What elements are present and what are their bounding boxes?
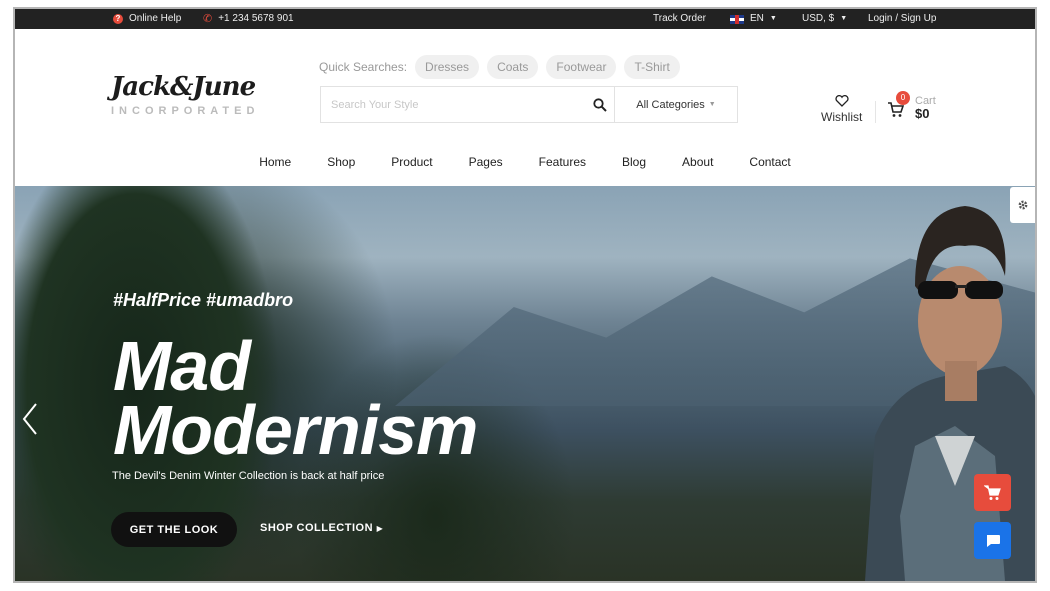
quick-search-chip[interactable]: Footwear <box>546 55 617 79</box>
cart-icon-wrap: 0 <box>887 91 910 119</box>
browser-viewport: ? Online Help ✆ +1 234 5678 901 Track Or… <box>13 7 1037 583</box>
quick-searches-label: Quick Searches: <box>319 60 408 74</box>
quick-search-chip[interactable]: Coats <box>487 55 539 79</box>
nav-item-product[interactable]: Product <box>391 155 432 169</box>
track-order-link[interactable]: Track Order <box>653 9 706 29</box>
header-divider <box>875 101 876 123</box>
get-the-look-label: GET THE LOOK <box>129 523 219 536</box>
top-bar: ? Online Help ✆ +1 234 5678 901 Track Or… <box>15 9 1035 29</box>
wishlist-label: Wishlist <box>821 110 863 124</box>
quick-search-chip[interactable]: T-Shirt <box>624 55 680 79</box>
hero-hashtag: #HalfPrice #umadbro <box>113 290 294 310</box>
nav-item-features[interactable]: Features <box>539 155 586 169</box>
logo-subtitle: INCORPORATED <box>111 105 260 117</box>
search-bar: All Categories ▼ <box>320 86 738 123</box>
uk-flag-icon <box>730 14 744 24</box>
cart-icon <box>983 484 1001 500</box>
cart-link[interactable]: 0 Cart $0 <box>887 91 936 121</box>
track-order-label: Track Order <box>653 13 706 24</box>
nav-item-blog[interactable]: Blog <box>622 155 646 169</box>
phone-number: +1 234 5678 901 <box>218 13 294 24</box>
login-link[interactable]: Login / Sign Up <box>868 9 936 29</box>
hero-slider: #HalfPrice #umadbro Mad Modernism The De… <box>15 186 1035 581</box>
quick-searches: Quick Searches: Dresses Coats Footwear T… <box>319 55 680 79</box>
shop-collection-link[interactable]: SHOP COLLECTION ▶ <box>260 522 383 534</box>
main-nav: Home Shop Product Pages Features Blog Ab… <box>15 155 1035 169</box>
category-select[interactable]: All Categories ▼ <box>614 87 737 122</box>
search-button[interactable] <box>586 87 614 122</box>
hero-headline-line1: Mad <box>113 327 251 405</box>
help-icon: ? <box>113 14 123 24</box>
login-label: Login / Sign Up <box>868 13 937 24</box>
slider-prev-button[interactable] <box>21 402 39 441</box>
hero-subtitle: The Devil's Denim Winter Collection is b… <box>112 470 385 482</box>
settings-toggle[interactable] <box>1010 187 1035 223</box>
quick-search-chip[interactable]: Dresses <box>415 55 480 79</box>
nav-item-pages[interactable]: Pages <box>469 155 503 169</box>
caret-right-icon: ▶ <box>376 524 384 533</box>
hero-headline: Mad Modernism <box>113 327 478 469</box>
nav-item-contact[interactable]: Contact <box>749 155 790 169</box>
cart-total: $0 <box>915 106 930 121</box>
logo[interactable]: Jack&June INCORPORATED <box>111 72 260 117</box>
phone-link[interactable]: ✆ +1 234 5678 901 <box>203 9 294 29</box>
search-input[interactable] <box>321 87 586 122</box>
gear-icon <box>1018 200 1028 210</box>
phone-icon: ✆ <box>203 13 213 25</box>
currency-selector[interactable]: USD, $ ▼ <box>802 9 847 29</box>
logo-script: Jack&June <box>111 72 256 102</box>
caret-down-icon: ▼ <box>708 101 716 108</box>
heart-icon <box>835 95 849 107</box>
chat-icon <box>986 534 1000 547</box>
shop-collection-label: SHOP COLLECTION <box>260 522 374 534</box>
get-the-look-button[interactable]: GET THE LOOK <box>111 512 237 547</box>
language-selector[interactable]: EN ▼ <box>730 9 777 29</box>
nav-item-home[interactable]: Home <box>259 155 291 169</box>
category-label: All Categories <box>636 98 705 111</box>
language-label: EN <box>750 13 764 24</box>
chevron-left-icon <box>22 403 37 435</box>
search-icon <box>593 97 607 112</box>
chat-button[interactable] <box>974 522 1011 559</box>
nav-item-about[interactable]: About <box>682 155 713 169</box>
currency-label: USD, $ <box>802 13 835 24</box>
online-help-label: Online Help <box>129 13 182 24</box>
online-help-link[interactable]: ? Online Help <box>113 9 181 29</box>
nav-item-shop[interactable]: Shop <box>327 155 355 169</box>
floating-cart-button[interactable] <box>974 474 1011 511</box>
caret-down-icon: ▼ <box>840 15 848 22</box>
caret-down-icon: ▼ <box>769 15 777 22</box>
cart-count-badge: 0 <box>896 91 910 105</box>
hero-headline-line2: Modernism <box>113 391 478 469</box>
wishlist-link[interactable]: Wishlist <box>821 95 862 124</box>
